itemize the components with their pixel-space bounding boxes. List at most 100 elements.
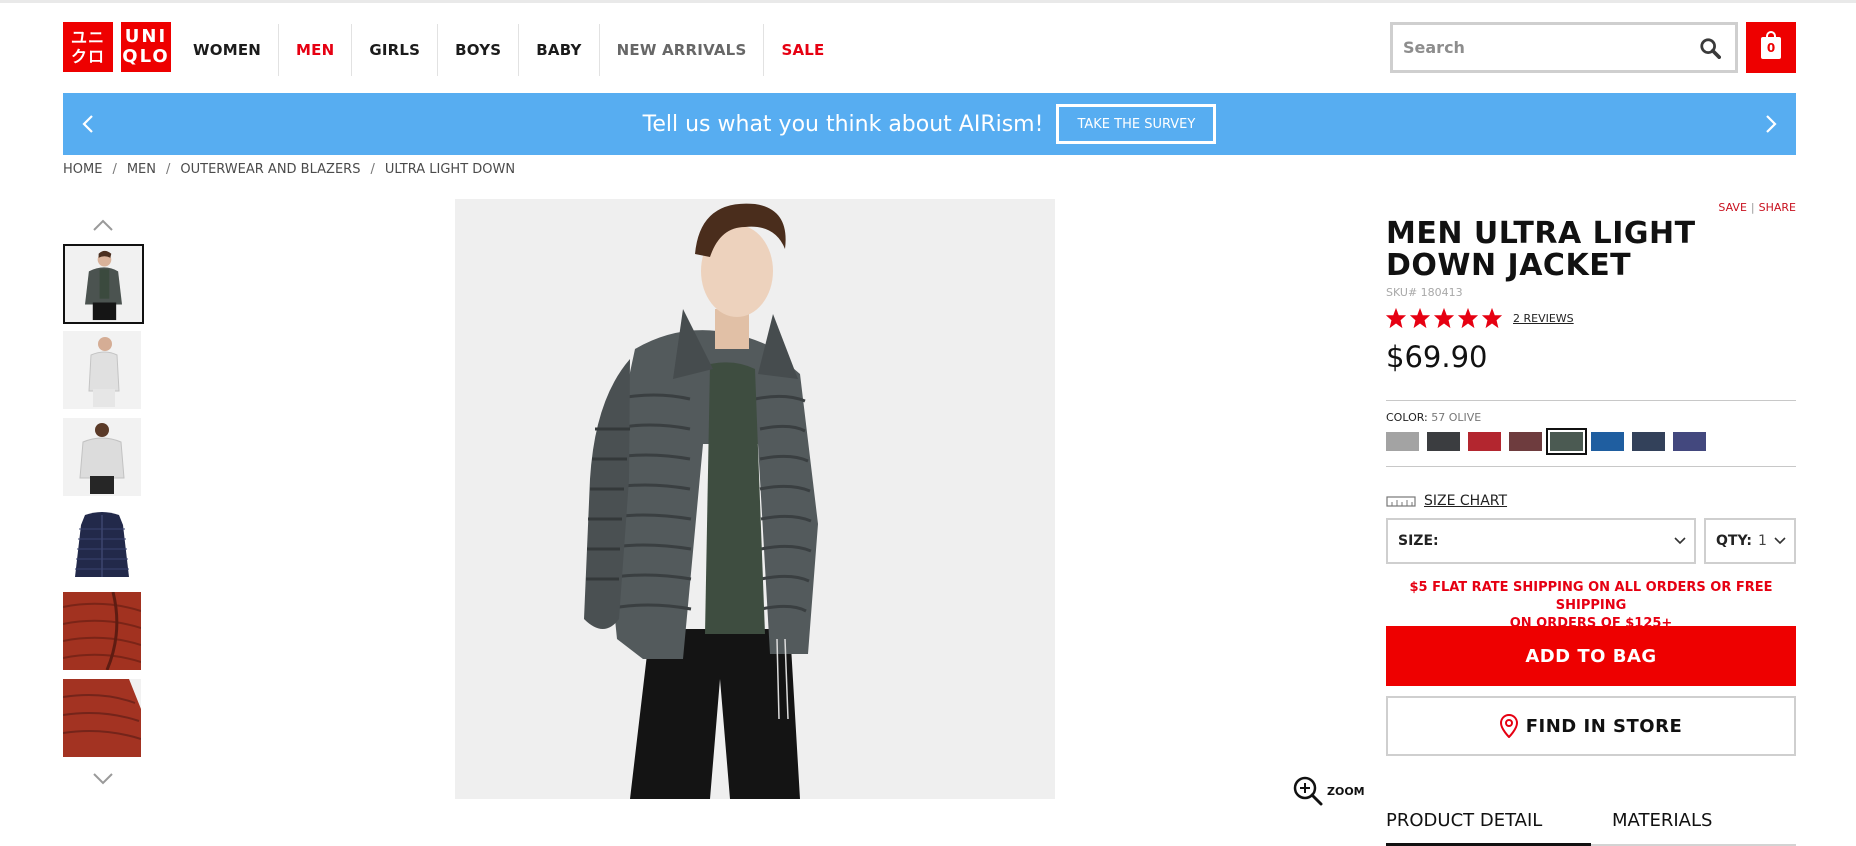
ruler-icon <box>1386 496 1416 507</box>
save-share-links: SAVE | SHARE <box>1718 201 1796 214</box>
color-swatch[interactable] <box>1673 432 1706 451</box>
zoom-label: ZOOM <box>1327 784 1365 798</box>
find-in-store-button[interactable]: FIND IN STORE <box>1386 696 1796 756</box>
breadcrumb-separator: / <box>112 162 117 177</box>
shopping-bag-button[interactable]: 0 <box>1746 22 1796 73</box>
nav-item-girls[interactable]: GIRLS <box>352 24 439 76</box>
logo-english-block: UNI QLO <box>121 22 171 72</box>
thumbnail-navy-flat[interactable] <box>63 505 141 583</box>
product-price: $69.90 <box>1386 340 1488 374</box>
chevron-left-icon[interactable] <box>77 112 101 136</box>
size-chart-label: SIZE CHART <box>1424 493 1508 509</box>
thumbnail-image <box>63 592 141 670</box>
shipping-notice: $5 FLAT RATE SHIPPING ON ALL ORDERS OR F… <box>1386 579 1796 633</box>
banner-text: Tell us what you think about AIRism! <box>642 111 1044 137</box>
thumbnail-image <box>63 505 141 583</box>
uniqlo-logo[interactable]: ユニ クロ UNI QLO <box>63 22 171 72</box>
breadcrumb: HOME / MEN / OUTERWEAR AND BLAZERS / ULT… <box>63 162 515 177</box>
shopping-bag-icon: 0 <box>1761 30 1781 59</box>
nav-item-men[interactable]: MEN <box>279 24 353 76</box>
color-swatch[interactable] <box>1427 432 1460 451</box>
share-link[interactable]: SHARE <box>1759 201 1796 214</box>
breadcrumb-home[interactable]: HOME <box>63 162 102 177</box>
nav-item-baby[interactable]: BABY <box>519 24 600 76</box>
logo-japanese-block: ユニ クロ <box>63 22 113 72</box>
product-tabs: PRODUCT DETAIL MATERIALS <box>1386 810 1796 846</box>
thumbnail-red-detail-2[interactable] <box>63 679 141 757</box>
star-icon <box>1409 307 1431 329</box>
divider <box>1386 400 1796 401</box>
color-swatches <box>1386 428 1706 455</box>
main-nav: WOMEN MEN GIRLS BOYS BABY NEW ARRIVALS S… <box>176 24 841 76</box>
logo-jp-line-1: ユニ <box>70 28 105 47</box>
color-swatch[interactable] <box>1632 432 1665 451</box>
search-icon[interactable] <box>1699 37 1721 59</box>
size-chart-link[interactable]: SIZE CHART <box>1386 493 1507 509</box>
zoom-in-icon <box>1293 776 1323 806</box>
thumbnail-image <box>65 246 142 322</box>
size-select-label: SIZE: <box>1398 533 1439 549</box>
thumbnail-red-detail-1[interactable] <box>63 592 141 670</box>
color-swatch-selected[interactable] <box>1546 428 1587 455</box>
color-label-prefix: COLOR: <box>1386 411 1428 424</box>
qty-value: 1 <box>1757 533 1767 549</box>
add-to-bag-button[interactable]: ADD TO BAG <box>1386 626 1796 686</box>
nav-item-women[interactable]: WOMEN <box>176 24 280 76</box>
chevron-down-icon[interactable] <box>92 772 114 786</box>
top-border <box>0 0 1856 3</box>
qty-label: QTY: <box>1716 533 1752 549</box>
logo-jp-line-2: クロ <box>70 47 105 66</box>
search-box <box>1390 22 1738 73</box>
chevron-down-icon <box>1774 537 1786 545</box>
tab-materials[interactable]: MATERIALS <box>1591 810 1712 846</box>
product-photo <box>455 199 1055 799</box>
shipping-line-1: $5 FLAT RATE SHIPPING ON ALL ORDERS OR F… <box>1409 580 1773 613</box>
save-link[interactable]: SAVE <box>1718 201 1746 214</box>
zoom-button[interactable]: ZOOM <box>1293 776 1365 806</box>
star-icon <box>1481 307 1503 329</box>
main-product-image[interactable] <box>455 199 1055 799</box>
star-icon <box>1433 307 1455 329</box>
breadcrumb-ultra-light-down[interactable]: ULTRA LIGHT DOWN <box>385 162 515 177</box>
color-swatch[interactable] <box>1386 432 1419 451</box>
thumbnail-image <box>63 331 141 409</box>
find-in-store-label: FIND IN STORE <box>1525 715 1683 737</box>
divider <box>1386 466 1796 467</box>
link-divider: | <box>1750 201 1755 214</box>
thumbnail-list <box>63 244 144 766</box>
bag-count: 0 <box>1766 40 1776 55</box>
reviews-link[interactable]: 2 REVIEWS <box>1513 312 1574 325</box>
chevron-down-icon <box>1674 537 1686 545</box>
location-pin-icon <box>1499 714 1518 738</box>
breadcrumb-outerwear[interactable]: OUTERWEAR AND BLAZERS <box>180 162 360 177</box>
color-swatch[interactable] <box>1591 432 1624 451</box>
nav-item-boys[interactable]: BOYS <box>438 24 520 76</box>
chevron-right-icon[interactable] <box>1758 112 1782 136</box>
star-icon <box>1457 307 1479 329</box>
breadcrumb-separator: / <box>370 162 375 177</box>
logo-en-line-2: QLO <box>122 46 170 67</box>
chevron-up-icon[interactable] <box>92 218 114 232</box>
tab-product-detail[interactable]: PRODUCT DETAIL <box>1386 810 1591 846</box>
breadcrumb-separator: / <box>166 162 171 177</box>
color-swatch[interactable] <box>1509 432 1542 451</box>
nav-item-new-arrivals[interactable]: NEW ARRIVALS <box>600 24 765 76</box>
thumbnail-image <box>63 418 141 496</box>
thumbnail-white-side[interactable] <box>63 331 141 409</box>
search-input[interactable] <box>1393 25 1735 70</box>
breadcrumb-men[interactable]: MEN <box>127 162 156 177</box>
thumbnail-olive-front[interactable] <box>63 244 144 324</box>
color-value: 57 OLIVE <box>1431 411 1482 424</box>
rating: 2 REVIEWS <box>1385 307 1574 329</box>
color-swatch[interactable] <box>1468 432 1501 451</box>
nav-item-sale[interactable]: SALE <box>764 24 841 76</box>
size-select[interactable]: SIZE: <box>1386 518 1696 564</box>
logo-en-line-1: UNI <box>124 26 168 47</box>
thumbnail-white-back[interactable] <box>63 418 141 496</box>
color-label: COLOR: 57 OLIVE <box>1386 411 1481 424</box>
quantity-select[interactable]: QTY: 1 <box>1704 518 1796 564</box>
product-sku: SKU# 180413 <box>1386 286 1463 299</box>
thumbnail-image <box>63 679 141 757</box>
promo-banner: Tell us what you think about AIRism! TAK… <box>63 93 1796 155</box>
take-survey-button[interactable]: TAKE THE SURVEY <box>1056 104 1217 144</box>
